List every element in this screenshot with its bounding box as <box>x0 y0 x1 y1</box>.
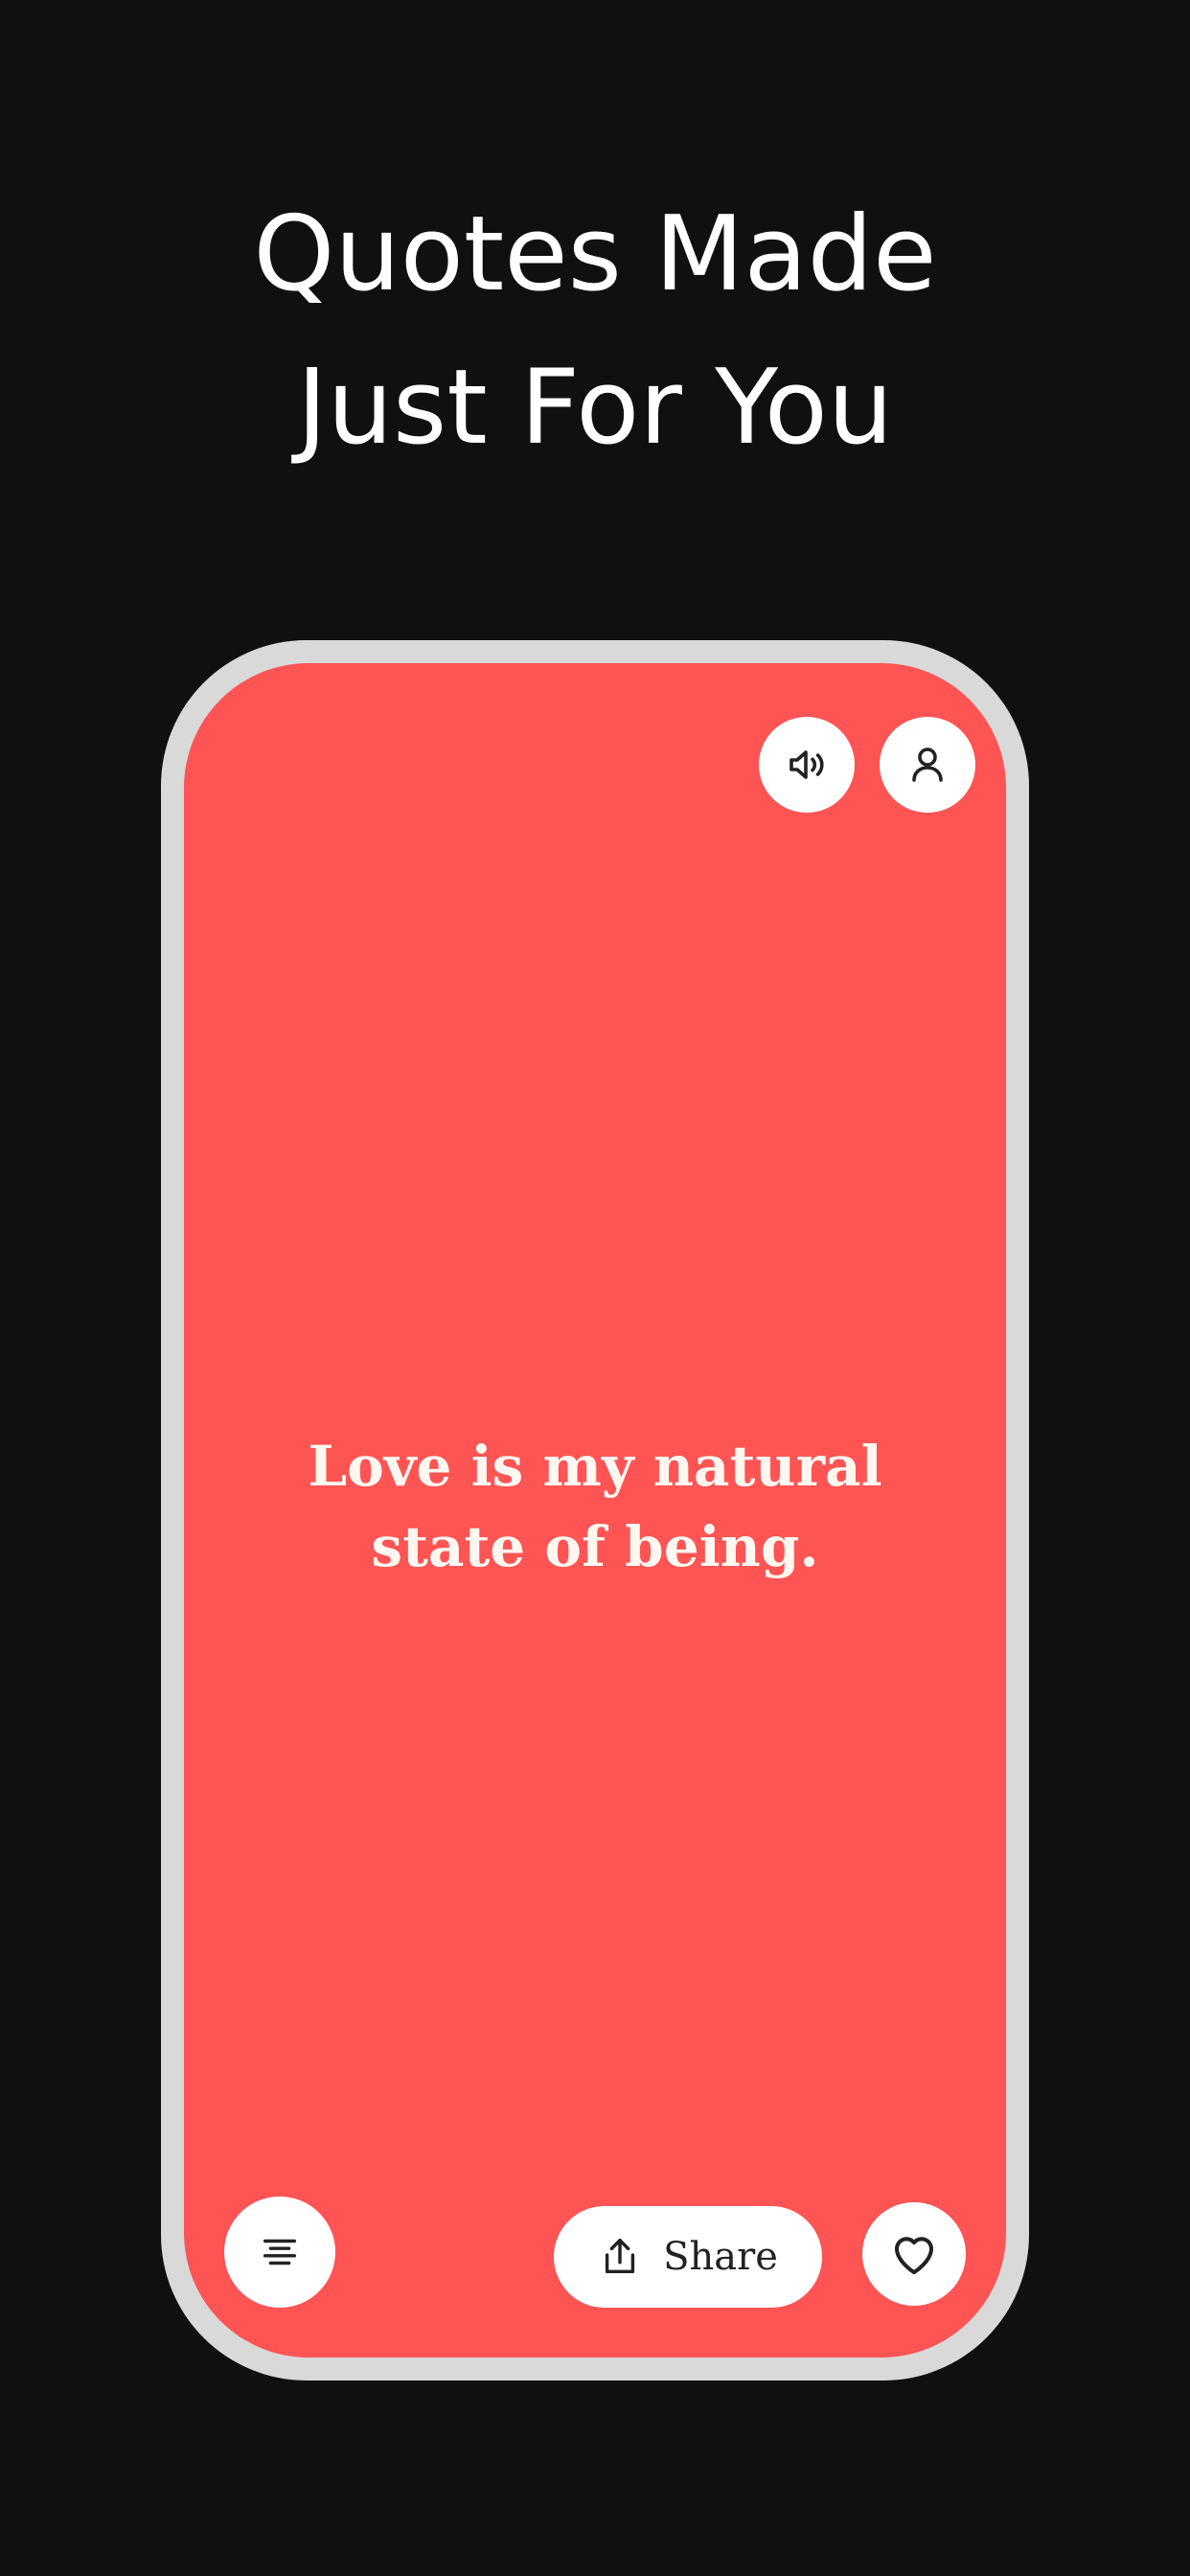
headline-line-1: Quotes Made <box>253 195 937 314</box>
share-icon <box>605 2239 635 2274</box>
text-align-center-icon <box>263 2239 297 2266</box>
user-icon <box>912 748 943 782</box>
menu-button[interactable] <box>224 2196 335 2308</box>
share-button[interactable]: Share <box>554 2206 822 2308</box>
profile-button[interactable] <box>880 717 975 813</box>
speaker-icon <box>790 750 824 779</box>
sound-button[interactable] <box>759 717 855 813</box>
headline-line-2: Just For You <box>296 348 894 468</box>
heart-icon <box>894 2237 934 2275</box>
quote-text: Love is my natural state of being. <box>308 1434 882 1579</box>
quote-screen: Love is my natural state of being. Share <box>184 663 1006 2358</box>
phone-frame: Love is my natural state of being. Share <box>161 640 1029 2380</box>
headline: Quotes Made Just For You <box>0 178 1190 485</box>
share-label: Share <box>663 2235 778 2279</box>
like-button[interactable] <box>862 2202 966 2306</box>
